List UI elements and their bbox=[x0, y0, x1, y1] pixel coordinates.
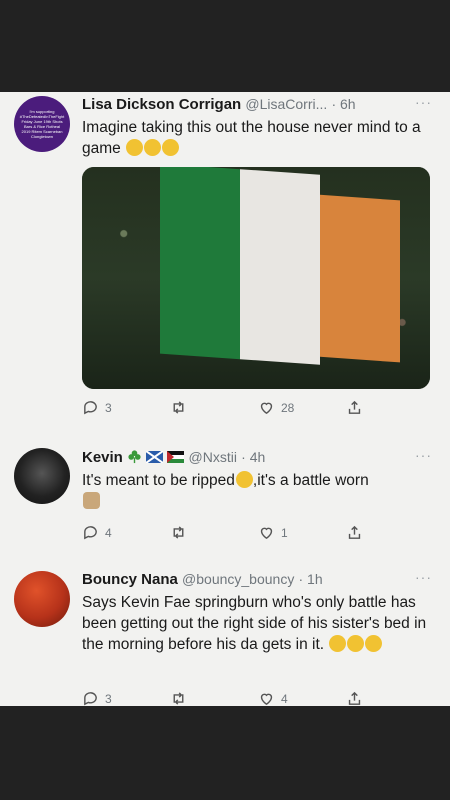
reply-count: 3 bbox=[105, 400, 112, 415]
tweet-text: Imagine taking this out the house never … bbox=[82, 117, 432, 159]
author-handle[interactable]: @Nxstii bbox=[189, 449, 237, 465]
tweet-header: Lisa Dickson Corrigan @LisaCorri... · 6h bbox=[82, 96, 356, 113]
avatar-text: I'm supporting #TheDefeatedInTheFight Fr… bbox=[19, 109, 65, 139]
tweet-image[interactable] bbox=[82, 167, 430, 389]
laughing-emoji-icon bbox=[126, 139, 144, 156]
tweet-actions: 3 28 bbox=[82, 399, 432, 421]
author-name[interactable]: Kevin bbox=[82, 449, 123, 466]
retweet-icon bbox=[173, 401, 184, 414]
tweet-text-part-2: ,it's a battle worn bbox=[252, 472, 369, 489]
like-count: 28 bbox=[281, 400, 295, 415]
more-options-icon[interactable]: ··· bbox=[415, 94, 432, 110]
author-name[interactable]: Lisa Dickson Corrigan bbox=[82, 96, 241, 113]
laughing-emoji-icon bbox=[144, 139, 162, 156]
share-button[interactable] bbox=[346, 399, 363, 416]
like-icon bbox=[260, 402, 273, 415]
reply-count: 3 bbox=[105, 691, 112, 706]
tweet-header: Kevin @Nxstii · 4h bbox=[82, 449, 265, 466]
like-button[interactable]: 4 bbox=[258, 690, 288, 706]
shamrock-icon bbox=[128, 450, 141, 464]
bottom-letterbox bbox=[0, 706, 450, 800]
avatar[interactable]: I'm supporting #TheDefeatedInTheFight Fr… bbox=[14, 96, 70, 152]
like-button[interactable]: 28 bbox=[258, 399, 294, 416]
reply-icon bbox=[84, 526, 97, 540]
tweet-text: It's meant to be ripped ,it's a battle wo… bbox=[82, 470, 432, 512]
reply-button[interactable]: 3 bbox=[82, 690, 112, 706]
like-button[interactable]: 1 bbox=[258, 524, 288, 541]
retweet-icon bbox=[173, 526, 184, 539]
timestamp[interactable]: · 6h bbox=[331, 96, 355, 112]
author-handle[interactable]: @bouncy_bouncy bbox=[182, 571, 294, 587]
share-icon bbox=[348, 400, 361, 414]
more-options-icon[interactable]: ··· bbox=[415, 447, 432, 463]
share-button[interactable] bbox=[346, 524, 363, 541]
more-options-icon[interactable]: ··· bbox=[415, 569, 432, 585]
share-icon bbox=[348, 525, 361, 539]
tweet-thread: I'm supporting #TheDefeatedInTheFight Fr… bbox=[0, 92, 450, 706]
top-letterbox bbox=[0, 0, 450, 92]
scotland-flag-icon bbox=[145, 450, 164, 464]
tweet-header: Bouncy Nana @bouncy_bouncy · 1h bbox=[82, 571, 323, 588]
tweet-text-part-1: It's meant to be ripped bbox=[82, 472, 235, 489]
laughing-emoji-icon bbox=[162, 139, 180, 156]
like-count: 1 bbox=[281, 525, 288, 540]
reply-count: 4 bbox=[105, 525, 112, 540]
reply-button[interactable]: 3 bbox=[82, 399, 112, 416]
retweet-button[interactable] bbox=[170, 690, 187, 706]
tweet-text: Says Kevin Fae springburn who's only bat… bbox=[82, 592, 432, 655]
avatar[interactable] bbox=[14, 571, 70, 627]
reply-button[interactable]: 4 bbox=[82, 524, 112, 541]
like-icon bbox=[260, 527, 273, 540]
laughing-emoji-icon bbox=[365, 635, 383, 652]
flag-image bbox=[160, 167, 400, 370]
reply-icon bbox=[84, 692, 97, 706]
author-name[interactable]: Bouncy Nana bbox=[82, 571, 178, 588]
laughing-emoji-icon bbox=[329, 635, 347, 652]
share-button[interactable] bbox=[346, 690, 363, 706]
like-count: 4 bbox=[281, 691, 288, 706]
laughing-emoji-icon bbox=[235, 471, 253, 488]
timestamp[interactable]: · 1h bbox=[299, 571, 323, 587]
tweet-actions: 3 4 bbox=[82, 690, 432, 706]
retweet-icon bbox=[173, 692, 184, 705]
reply-icon bbox=[84, 401, 97, 415]
author-handle[interactable]: @LisaCorri... bbox=[245, 96, 327, 112]
retweet-button[interactable] bbox=[170, 399, 187, 416]
avatar[interactable] bbox=[14, 448, 70, 504]
tweet-actions: 4 1 bbox=[82, 524, 432, 546]
palestine-flag-icon bbox=[167, 451, 185, 463]
old-man-emoji-icon bbox=[83, 492, 100, 509]
like-icon bbox=[260, 693, 273, 706]
share-icon bbox=[348, 691, 361, 705]
timestamp[interactable]: · 4h bbox=[241, 449, 265, 465]
laughing-emoji-icon bbox=[347, 635, 365, 652]
retweet-button[interactable] bbox=[170, 524, 187, 541]
